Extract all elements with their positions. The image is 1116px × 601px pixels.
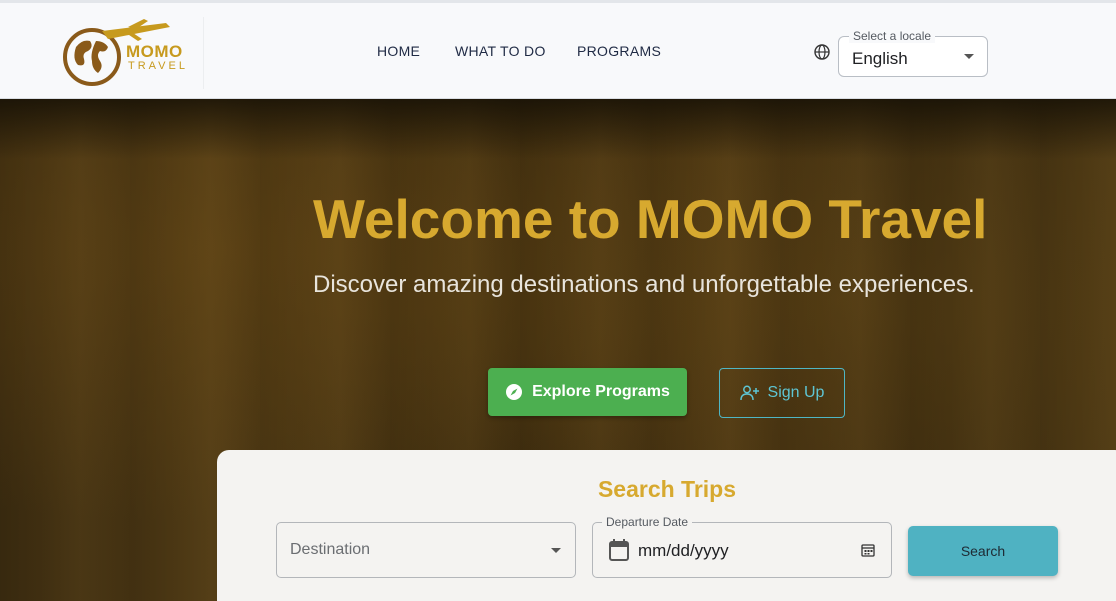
locale-select[interactable]: Select a locale English	[838, 29, 988, 77]
explore-programs-button[interactable]: Explore Programs	[488, 368, 687, 416]
departure-date-label: Departure Date	[602, 515, 693, 529]
search-button[interactable]: Search	[908, 526, 1058, 576]
calendar-icon	[609, 539, 629, 561]
hero-subtitle: Discover amazing destinations and unforg…	[313, 271, 975, 298]
caret-down-icon	[551, 548, 561, 553]
locale-label: Select a locale	[849, 29, 936, 43]
globe-icon[interactable]	[813, 43, 831, 61]
destination-select[interactable]: Destination	[276, 522, 576, 578]
search-trips-card: Search Trips Destination Departure Date …	[217, 450, 1116, 601]
nav-programs[interactable]: PROGRAMS	[577, 43, 661, 59]
person-add-icon	[739, 385, 759, 401]
nav-home[interactable]: HOME	[377, 43, 420, 59]
destination-placeholder: Destination	[290, 541, 371, 558]
hero-title: Welcome to MOMO Travel	[313, 188, 988, 250]
search-title: Search Trips	[597, 476, 737, 502]
compass-icon	[506, 384, 523, 400]
sign-up-button[interactable]: Sign Up	[719, 368, 845, 418]
departure-date-value: mm/dd/yyyy	[638, 541, 729, 560]
brand-logo[interactable]: MOMO TRAVEL	[58, 17, 204, 89]
calendar-picker-icon[interactable]	[861, 543, 875, 557]
departure-date-field[interactable]: Departure Date mm/dd/yyyy	[592, 515, 892, 578]
nav-what-to-do[interactable]: WHAT TO DO	[455, 43, 546, 59]
explore-programs-label: Explore Programs	[532, 383, 670, 400]
caret-down-icon	[964, 54, 974, 59]
site-header: MOMO TRAVEL HOME WHAT TO DO PROGRAMS Sel…	[0, 0, 1116, 99]
brand-subname: TRAVEL	[128, 60, 188, 72]
sign-up-label: Sign Up	[767, 384, 825, 401]
brand-name: MOMO	[126, 42, 183, 61]
search-button-label: Search	[960, 543, 1006, 559]
locale-value: English	[852, 49, 908, 68]
